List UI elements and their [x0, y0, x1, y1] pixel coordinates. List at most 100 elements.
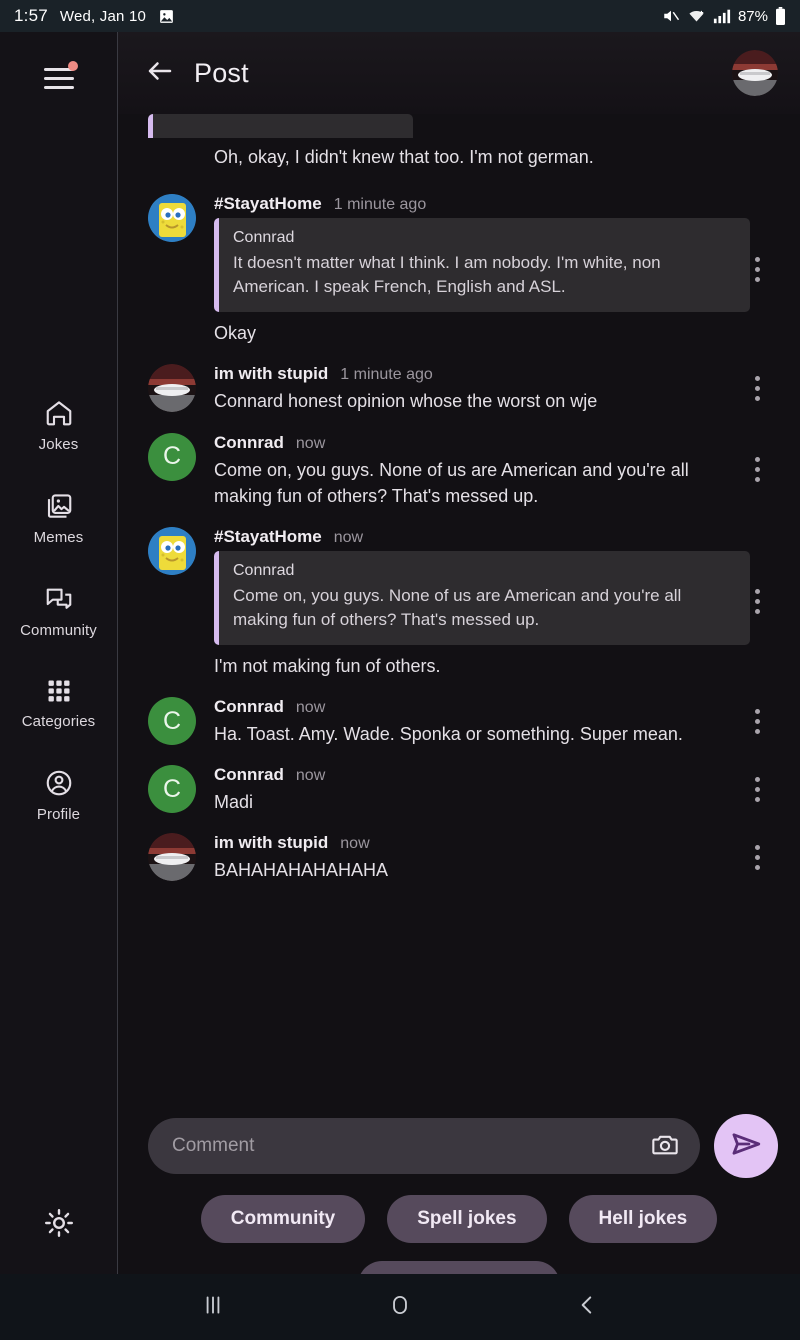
- back-icon: [574, 1292, 600, 1323]
- comment-timestamp: 1 minute ago: [333, 196, 427, 214]
- sidebar: Jokes Memes Community Categories Profile: [0, 32, 118, 1274]
- sidebar-item-profile[interactable]: Profile: [0, 768, 117, 823]
- avatar[interactable]: C: [148, 765, 196, 814]
- status-bar-left: 1:57 Wed, Jan 10: [14, 6, 662, 26]
- back-button[interactable]: [557, 1287, 617, 1327]
- comment-overflow-menu-button[interactable]: [744, 706, 770, 736]
- back-button[interactable]: [140, 53, 180, 93]
- comment-header: Connrad now: [214, 433, 750, 453]
- comment-overflow-menu-button[interactable]: [744, 373, 770, 403]
- android-navigation-bar: [0, 1274, 800, 1340]
- comment-body: im with stupid now BAHAHAHAHAHAHA: [214, 833, 778, 883]
- hamburger-line: [43, 76, 74, 80]
- comment-body: #StayatHome now Connrad Come on, you guy…: [214, 527, 778, 679]
- app-header: Post: [118, 32, 800, 114]
- chip-community[interactable]: Community: [200, 1195, 366, 1243]
- orphan-comment-text: Oh, okay, I didn't knew that too. I'm no…: [214, 147, 594, 167]
- comment-header: #StayatHome now: [214, 527, 750, 547]
- avatar-initial: C: [162, 706, 182, 735]
- comment-timestamp: now: [295, 699, 326, 717]
- avatar[interactable]: [148, 833, 196, 882]
- status-time: 1:57: [14, 6, 48, 25]
- avatar[interactable]: [148, 194, 196, 243]
- comment-timestamp: 1 minute ago: [340, 366, 433, 384]
- quote-text: Come on, you guys. None of us are Americ…: [233, 585, 682, 629]
- comment-item[interactable]: C Connrad now Madi: [118, 755, 800, 823]
- page-title: Post: [194, 57, 249, 88]
- comment-item[interactable]: im with stupid 1 minute ago Connard hone…: [118, 354, 800, 422]
- chip-hell-jokes[interactable]: Hell jokes: [568, 1195, 718, 1243]
- signal-icon: [713, 8, 731, 24]
- quoted-comment: Connrad It doesn't matter what I think. …: [214, 218, 750, 313]
- comment-overflow-menu-button[interactable]: [744, 254, 770, 284]
- comment-feed[interactable]: Oh, okay, I didn't knew that too. I'm no…: [118, 114, 800, 1274]
- partial-quote-block: [148, 114, 413, 138]
- comment-header: #StayatHome 1 minute ago: [214, 194, 750, 214]
- comment-body: im with stupid 1 minute ago Connard hone…: [214, 364, 778, 414]
- recents-button[interactable]: [183, 1287, 243, 1327]
- camera-icon: [650, 1130, 680, 1163]
- avatar[interactable]: C: [148, 432, 196, 481]
- recents-icon: [200, 1292, 226, 1323]
- comment-timestamp: now: [295, 767, 326, 785]
- comment-item[interactable]: C Connrad now Ha. Toast. Amy. Wade. Spon…: [118, 687, 800, 755]
- sidebar-item-label: Memes: [33, 529, 84, 546]
- brightness-toggle-button[interactable]: [43, 1207, 75, 1244]
- camera-button[interactable]: [648, 1129, 682, 1163]
- comment-header: Connrad now: [214, 697, 750, 717]
- comment-input-container[interactable]: [148, 1118, 700, 1174]
- avatar[interactable]: [148, 526, 196, 575]
- home-icon: [44, 398, 74, 428]
- sidebar-item-label: Jokes: [38, 436, 79, 453]
- sidebar-item-label: Categories: [21, 713, 96, 730]
- comment-body: Connrad now Ha. Toast. Amy. Wade. Sponka…: [214, 697, 778, 747]
- home-icon: [387, 1292, 413, 1323]
- avatar[interactable]: C: [148, 697, 196, 746]
- comment-overflow-menu-button[interactable]: [744, 774, 770, 804]
- comment-overflow-menu-button[interactable]: [744, 455, 770, 485]
- comment-overflow-menu-button[interactable]: [744, 842, 770, 872]
- sidebar-nav: Jokes Memes Community Categories Profile: [0, 398, 117, 823]
- comment-timestamp: now: [340, 835, 370, 853]
- comment-text: Come on, you guys. None of us are Americ…: [214, 459, 689, 506]
- comment-item[interactable]: im with stupid now BAHAHAHAHAHAHA: [118, 823, 800, 891]
- comment-timestamp: now: [295, 434, 326, 452]
- status-bar-right: 87%: [662, 7, 786, 25]
- notification-dot-icon: [67, 61, 78, 71]
- home-button[interactable]: [370, 1287, 430, 1327]
- sidebar-item-community[interactable]: Community: [0, 584, 117, 639]
- comment-body: #StayatHome 1 minute ago Connrad It does…: [214, 194, 778, 346]
- sidebar-item-memes[interactable]: Memes: [0, 491, 117, 546]
- comment-text: I'm not making fun of others.: [214, 655, 441, 676]
- battery-icon: [775, 7, 786, 25]
- sidebar-item-categories[interactable]: Categories: [0, 677, 117, 730]
- brightness-icon: [43, 1209, 75, 1243]
- sidebar-item-label: Profile: [36, 806, 81, 823]
- chip-spell-jokes[interactable]: Spell jokes: [387, 1195, 547, 1243]
- comment-header: im with stupid 1 minute ago: [214, 364, 750, 384]
- image-icon: [158, 8, 175, 25]
- hamburger-line: [43, 85, 74, 89]
- comment-input[interactable]: [172, 1135, 648, 1157]
- sidebar-item-jokes[interactable]: Jokes: [0, 398, 117, 453]
- hamburger-menu-button[interactable]: [37, 58, 81, 98]
- comment-item[interactable]: #StayatHome now Connrad Come on, you guy…: [118, 517, 800, 687]
- quote-author: Connrad: [233, 561, 295, 579]
- status-date: Wed, Jan 10: [59, 7, 147, 25]
- comment-item[interactable]: #StayatHome 1 minute ago Connrad It does…: [118, 184, 800, 354]
- comment-text: Okay: [214, 323, 257, 344]
- comment-overflow-menu-button[interactable]: [744, 587, 770, 617]
- avatar[interactable]: [148, 364, 196, 413]
- quote-author: Connrad: [233, 229, 295, 247]
- comment-timestamp: now: [333, 528, 364, 546]
- comment-item[interactable]: C Connrad now Come on, you guys. None of…: [118, 423, 800, 517]
- avatar[interactable]: [732, 50, 778, 96]
- arrow-left-icon: [145, 56, 175, 91]
- photo-library-icon: [44, 491, 74, 521]
- quote-text: It doesn't matter what I think. I am nob…: [233, 253, 661, 297]
- comment-composer: [118, 1104, 800, 1188]
- wifi-icon: [687, 8, 706, 25]
- status-bar: 1:57 Wed, Jan 10 87%: [0, 0, 800, 32]
- send-button[interactable]: [714, 1114, 778, 1178]
- comment-author: Connrad: [214, 765, 284, 785]
